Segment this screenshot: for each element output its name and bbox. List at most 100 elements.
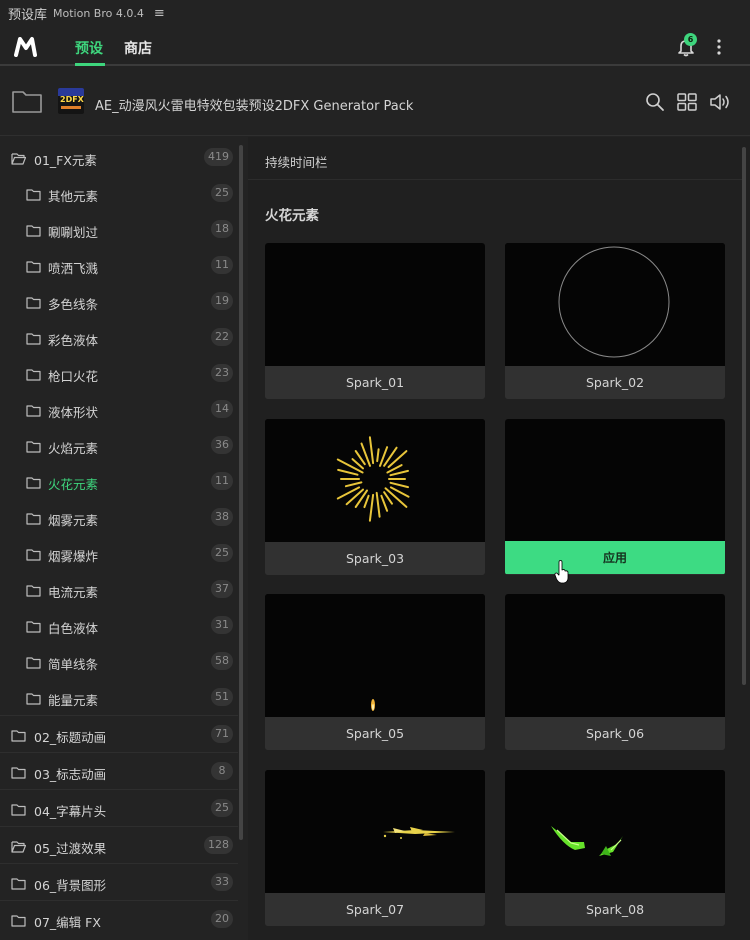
sidebar-subcategory-item[interactable]: 烟雾元素 38 — [0, 499, 238, 535]
folder-icon — [26, 546, 41, 561]
sidebar-item-count: 25 — [211, 544, 233, 562]
preset-card[interactable]: Spark_03 — [265, 419, 485, 575]
preset-card[interactable]: 应用 — [505, 419, 725, 575]
active-tab-indicator — [75, 63, 105, 66]
folder-icon — [26, 510, 41, 525]
sidebar-subcategory-item[interactable]: 火花元素 11 — [0, 463, 238, 499]
preset-preview — [265, 419, 485, 542]
sidebar-subcategory-item[interactable]: 枪口火花 23 — [0, 355, 238, 391]
preset-card[interactable]: Spark_02 — [505, 243, 725, 399]
more-options-icon[interactable] — [712, 38, 726, 56]
speaker-icon[interactable] — [709, 91, 731, 113]
apply-button[interactable]: 应用 — [505, 541, 725, 574]
sidebar-item-count: 8 — [211, 762, 233, 780]
spark-ray — [376, 448, 380, 463]
preset-preview — [505, 243, 725, 366]
sidebar-category-item[interactable]: 03_标志动画 8 — [0, 752, 238, 788]
sidebar-item-label: 烟雾元素 — [48, 513, 99, 528]
sidebar-item-label: 唰唰划过 — [48, 225, 99, 240]
sidebar-item-count: 128 — [204, 836, 233, 854]
sidebar-subcategory-item[interactable]: 火焰元素 36 — [0, 427, 238, 463]
sidebar-item-count: 18 — [211, 220, 233, 238]
preset-label: Spark_07 — [265, 893, 485, 926]
sidebar-item-label: 07_编辑 FX — [34, 915, 101, 930]
category-sidebar: 01_FX元素 419 其他元素 25 唰唰划过 18 喷洒飞溅 11 多色线条 19 彩色液体 22… — [0, 137, 248, 940]
sidebar-item-label: 多色线条 — [48, 297, 99, 312]
sidebar-item-label: 01_FX元素 — [34, 153, 97, 168]
sidebar-category-item[interactable]: 05_过渡效果 128 — [0, 826, 238, 862]
folder-icon — [11, 764, 26, 779]
sidebar-item-label: 彩色液体 — [48, 333, 99, 348]
sidebar-item-label: 02_标题动画 — [34, 730, 107, 745]
sidebar-subcategory-item[interactable]: 烟雾爆炸 25 — [0, 535, 238, 571]
sidebar-subcategory-item[interactable]: 能量元素 51 — [0, 679, 238, 715]
folder-icon — [26, 690, 41, 705]
folder-icon — [26, 474, 41, 489]
sidebar-category-item[interactable]: 04_字幕片头 25 — [0, 789, 238, 825]
sidebar-item-label: 白色液体 — [48, 621, 99, 636]
sidebar-item-count: 38 — [211, 508, 233, 526]
folder-icon — [26, 618, 41, 633]
sidebar-subcategory-item[interactable]: 简单线条 58 — [0, 643, 238, 679]
sidebar-subcategory-item[interactable]: 唰唰划过 18 — [0, 211, 238, 247]
sidebar-subcategory-item[interactable]: 彩色液体 22 — [0, 319, 238, 355]
preset-preview — [505, 770, 725, 893]
sidebar-item-count: 31 — [211, 616, 233, 634]
app-version: Motion Bro 4.0.4 — [53, 6, 144, 20]
duration-bar-label[interactable]: 持续时间栏 — [265, 152, 328, 171]
sidebar-subcategory-item[interactable]: 白色液体 31 — [0, 607, 238, 643]
sidebar-category-item[interactable]: 07_编辑 FX 20 — [0, 900, 238, 936]
folder-icon — [26, 654, 41, 669]
sidebar-category-item[interactable]: 01_FX元素 419 — [0, 139, 238, 175]
sidebar-category-item[interactable]: 02_标题动画 71 — [0, 715, 238, 751]
tab-store[interactable]: 商店 — [124, 38, 152, 58]
sidebar-item-count: 33 — [211, 873, 233, 891]
sidebar-subcategory-item[interactable]: 喷洒飞溅 11 — [0, 247, 238, 283]
sidebar-item-count: 71 — [211, 725, 233, 743]
grid-view-icon[interactable] — [676, 91, 698, 113]
sidebar-item-label: 液体形状 — [48, 405, 99, 420]
folder-icon — [11, 727, 26, 742]
sidebar-subcategory-item[interactable]: 电流元素 37 — [0, 571, 238, 607]
hamburger-menu-icon[interactable]: ≡ — [154, 6, 165, 21]
sidebar-item-label: 能量元素 — [48, 693, 99, 708]
sidebar-item-label: 04_字幕片头 — [34, 804, 107, 819]
folder-icon[interactable] — [11, 88, 43, 114]
folder-open-icon — [11, 150, 27, 165]
preset-label: Spark_08 — [505, 893, 725, 926]
preset-label: Spark_05 — [265, 717, 485, 750]
sidebar-item-label: 其他元素 — [48, 189, 99, 204]
preset-card[interactable]: Spark_06 — [505, 594, 725, 750]
preset-card[interactable]: Spark_08 — [505, 770, 725, 926]
sidebar-category-item[interactable]: 06_背景图形 33 — [0, 863, 238, 899]
preset-label: Spark_03 — [265, 542, 485, 575]
section-title: 火花元素 — [265, 208, 319, 224]
sidebar-subcategory-item[interactable]: 多色线条 19 — [0, 283, 238, 319]
divider — [248, 179, 742, 180]
sidebar-scrollbar[interactable] — [239, 145, 243, 840]
preset-card[interactable]: Spark_01 — [265, 243, 485, 399]
sidebar-subcategory-item[interactable]: 液体形状 14 — [0, 391, 238, 427]
folder-icon — [26, 582, 41, 597]
pack-thumbnail-text: 2DFX — [60, 95, 84, 104]
folder-open-icon — [11, 838, 27, 853]
sidebar-item-label: 枪口火花 — [48, 369, 99, 384]
hand-cursor-icon — [554, 560, 569, 584]
folder-icon — [11, 875, 26, 890]
preset-panel: 持续时间栏 火花元素 Spark_01 Spark_02 Spark_03 应用 — [248, 137, 750, 940]
sidebar-item-count: 19 — [211, 292, 233, 310]
sidebar-item-label: 喷洒飞溅 — [48, 261, 99, 276]
sidebar-item-count: 25 — [211, 799, 233, 817]
tab-presets[interactable]: 预设 — [75, 38, 103, 58]
search-icon[interactable] — [644, 91, 666, 113]
main-scrollbar[interactable] — [742, 147, 746, 685]
sidebar-subcategory-item[interactable]: 其他元素 25 — [0, 175, 238, 211]
preset-preview — [265, 594, 485, 717]
preset-card[interactable]: Spark_05 — [265, 594, 485, 750]
sidebar-item-label: 火花元素 — [48, 477, 99, 492]
sidebar-item-label: 03_标志动画 — [34, 767, 107, 782]
sidebar-item-count: 58 — [211, 652, 233, 670]
sidebar-item-label: 简单线条 — [48, 657, 99, 672]
sidebar-item-label: 火焰元素 — [48, 441, 99, 456]
preset-card[interactable]: Spark_07 — [265, 770, 485, 926]
